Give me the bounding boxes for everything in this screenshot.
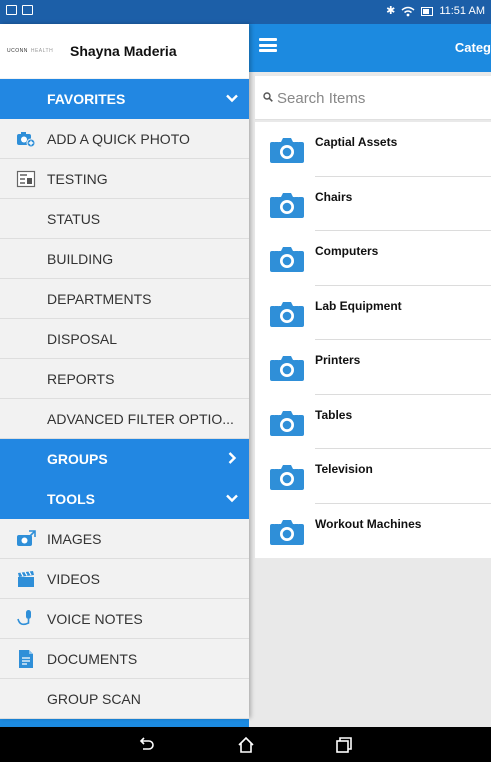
- drawer-section-favorites[interactable]: FAVORITES: [0, 79, 249, 119]
- logo-subtext: HEALTH: [30, 48, 54, 54]
- notification-icon: [6, 5, 17, 15]
- camera-icon[interactable]: [269, 191, 305, 219]
- app-bar: Categ: [249, 24, 491, 72]
- drawer-section-tools[interactable]: TOOLS: [0, 479, 249, 519]
- drawer-item-label: DOCUMENTS: [47, 651, 138, 667]
- category-name: Captial Assets: [315, 135, 398, 149]
- category-name: Tables: [315, 407, 353, 422]
- category-item[interactable]: Lab Equipment: [255, 286, 491, 340]
- search-input[interactable]: [277, 86, 477, 110]
- camera-icon[interactable]: [269, 409, 305, 437]
- drawer-item-departments[interactable]: DEPARTMENTS: [0, 279, 249, 319]
- drawer-item-advanced-filter-optio[interactable]: ADVANCED FILTER OPTIO...: [0, 399, 249, 439]
- drawer-item-label: IMAGES: [47, 531, 102, 547]
- page-title: Categ: [454, 40, 491, 55]
- drawer-item-label: FAVORITES: [47, 91, 126, 107]
- category-name: Workout Machines: [315, 516, 422, 531]
- category-name: Printers: [315, 353, 361, 367]
- drawer-item-building[interactable]: BUILDING: [0, 239, 249, 279]
- main-panel: Categ Captial Assets Chairs Computers Lab E…: [249, 24, 491, 727]
- category-name: Lab Equipment: [315, 298, 402, 313]
- drawer-item-label: DISPOSAL: [47, 331, 118, 347]
- drawer-item-label: GROUP SCAN: [47, 691, 141, 707]
- wifi-icon: [401, 6, 415, 16]
- category-name: Television: [315, 462, 373, 476]
- drawer-item-group-scan[interactable]: GROUP SCAN: [0, 679, 249, 719]
- chevron-down-icon: [225, 491, 239, 505]
- logo-text: UCONN: [7, 48, 28, 54]
- category-item[interactable]: Captial Assets: [255, 122, 491, 177]
- camera-icon[interactable]: [269, 463, 305, 491]
- user-name: Shayna Maderia: [70, 43, 177, 59]
- category-name: Chairs: [315, 189, 353, 204]
- drawer-item-label: VOICE NOTES: [47, 611, 143, 627]
- chevron-right-icon: [225, 451, 239, 465]
- testing-icon: [16, 169, 36, 189]
- drawer-item-label: REPORTS: [47, 371, 115, 387]
- drawer-item-voice-notes[interactable]: VOICE NOTES: [0, 599, 249, 639]
- category-item[interactable]: Printers: [255, 340, 491, 395]
- status-bar: ✱ 11:51 AM: [0, 0, 491, 24]
- category-item[interactable]: Computers: [255, 231, 491, 286]
- camera-icon[interactable]: [269, 518, 305, 546]
- category-list: Captial Assets Chairs Computers Lab Equipme…: [255, 122, 491, 558]
- drawer-item-status[interactable]: STATUS: [0, 199, 249, 239]
- drawer-header: UCONN HEALTH Shayna Maderia: [0, 24, 249, 78]
- category-item[interactable]: Chairs: [255, 177, 491, 231]
- drawer-menu: FAVORITES ADD A QUICK PHOTO TESTING STATUS B…: [0, 79, 249, 719]
- drawer-item-add-a-quick-photo[interactable]: ADD A QUICK PHOTO: [0, 119, 249, 159]
- drawer-item-testing[interactable]: TESTING: [0, 159, 249, 199]
- search-icon: [263, 92, 273, 102]
- status-time: 11:51 AM: [439, 5, 485, 17]
- drawer-item-label: STATUS: [47, 211, 101, 227]
- drawer-item-images[interactable]: IMAGES: [0, 519, 249, 559]
- drawer-footer: [0, 718, 491, 727]
- drawer-item-label: GROUPS: [47, 451, 108, 467]
- document-icon: [16, 649, 36, 669]
- chevron-down-icon: [225, 91, 239, 105]
- camera-icon[interactable]: [269, 300, 305, 328]
- navigation-drawer: UCONN HEALTH Shayna Maderia FAVORITES ADD …: [0, 24, 249, 719]
- logo: UCONN HEALTH: [7, 48, 53, 54]
- drawer-item-documents[interactable]: DOCUMENTS: [0, 639, 249, 679]
- drawer-item-reports[interactable]: REPORTS: [0, 359, 249, 399]
- camera-add-icon: [16, 129, 36, 149]
- drawer-item-label: TOOLS: [47, 491, 95, 507]
- images-icon: [16, 529, 36, 549]
- drawer-section-groups[interactable]: GROUPS: [0, 439, 249, 479]
- camera-icon[interactable]: [269, 354, 305, 382]
- drawer-item-disposal[interactable]: DISPOSAL: [0, 319, 249, 359]
- drawer-item-label: VIDEOS: [47, 571, 100, 587]
- drawer-item-label: BUILDING: [47, 251, 114, 267]
- menu-icon[interactable]: [259, 38, 277, 52]
- drawer-item-label: ADD A QUICK PHOTO: [47, 131, 190, 147]
- videos-icon: [16, 569, 36, 589]
- category-item[interactable]: Tables: [255, 395, 491, 449]
- camera-icon[interactable]: [269, 136, 305, 164]
- category-item[interactable]: Television: [255, 449, 491, 504]
- drawer-item-label: TESTING: [47, 171, 108, 187]
- drawer-item-label: ADVANCED FILTER OPTIO...: [47, 411, 234, 427]
- back-icon[interactable]: [136, 735, 156, 755]
- category-name: Computers: [315, 244, 379, 258]
- recent-apps-icon[interactable]: [334, 735, 354, 755]
- home-icon[interactable]: [236, 735, 256, 755]
- system-nav-bar: [0, 727, 491, 762]
- mail-icon: [22, 5, 33, 15]
- battery-icon: [421, 6, 434, 16]
- bluetooth-icon: ✱: [386, 5, 396, 17]
- search-bar: [255, 76, 491, 120]
- drawer-item-videos[interactable]: VIDEOS: [0, 559, 249, 599]
- drawer-item-label: DEPARTMENTS: [47, 291, 152, 307]
- microphone-icon: [16, 609, 36, 629]
- category-item[interactable]: Workout Machines: [255, 504, 491, 559]
- camera-icon[interactable]: [269, 245, 305, 273]
